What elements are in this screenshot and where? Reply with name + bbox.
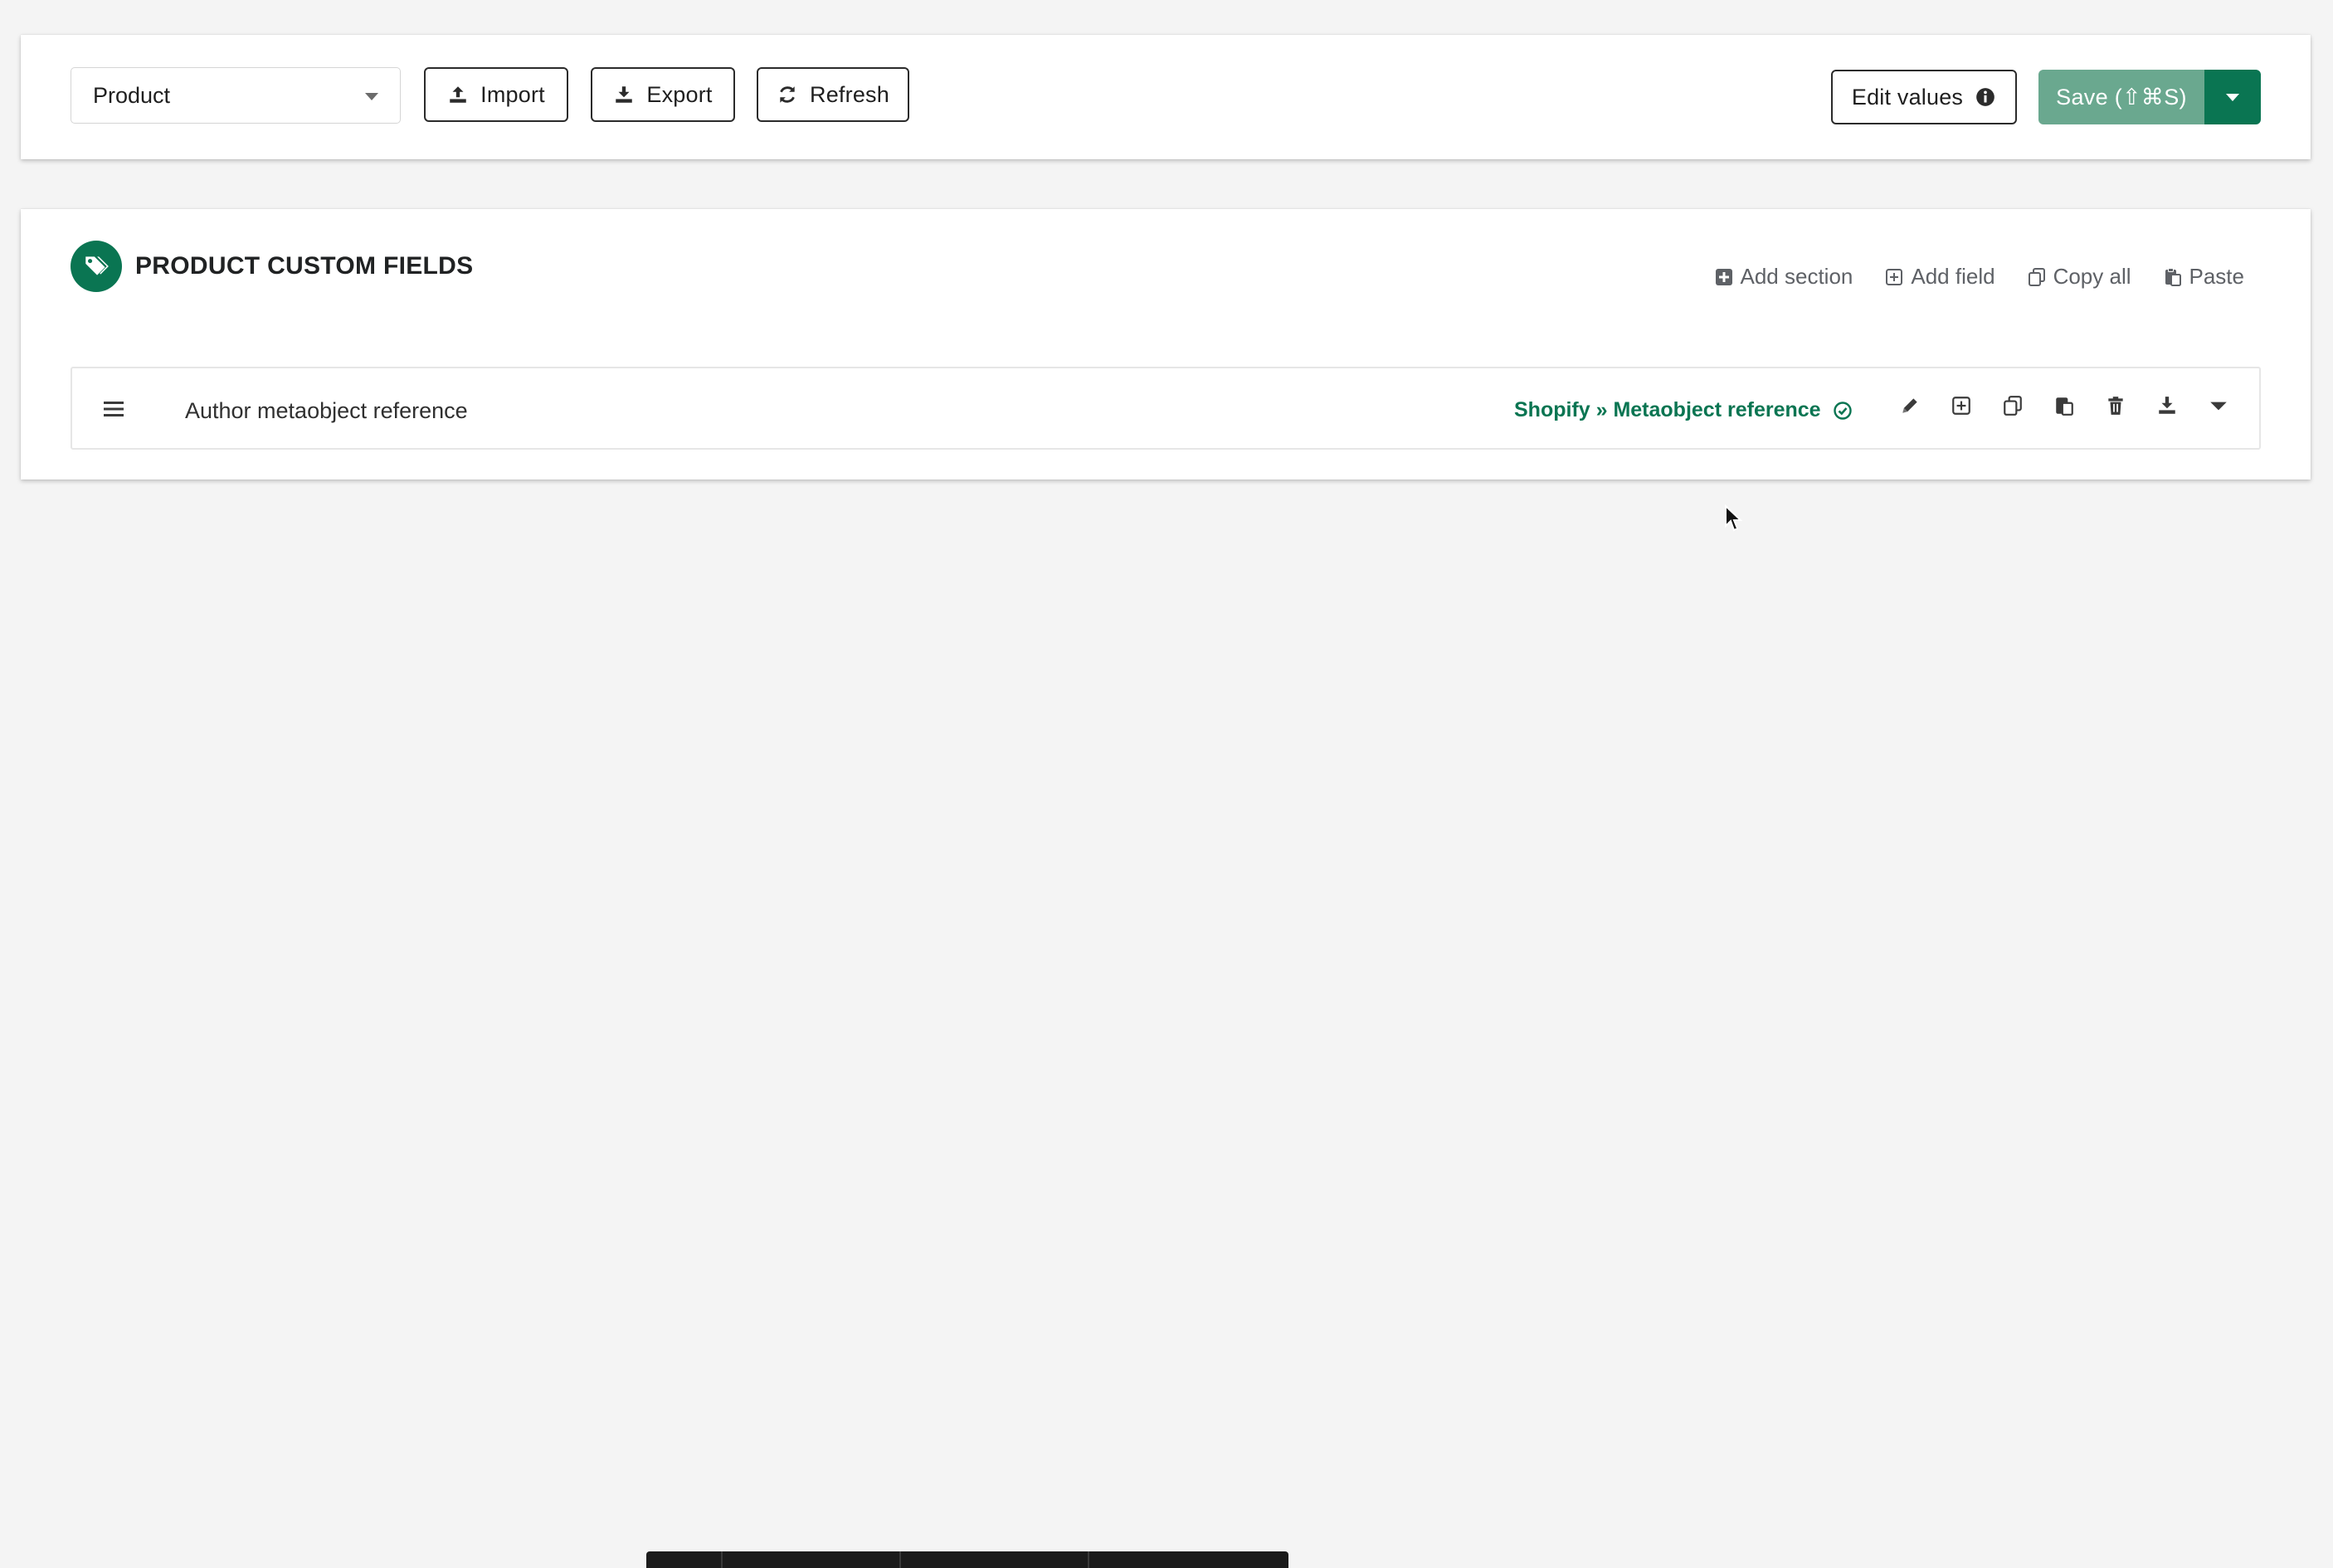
copy-icon[interactable] [2002, 395, 2024, 416]
chevron-down-icon [365, 93, 378, 100]
copy-all-button[interactable]: Copy all [2027, 264, 2131, 290]
edit-values-button[interactable]: Edit values [1831, 70, 2017, 124]
paste-label: Paste [2189, 264, 2245, 289]
field-type: Shopify » Metaobject reference [1514, 398, 1853, 422]
bottom-toolbar-divider [721, 1551, 723, 1568]
drag-handle-icon[interactable] [104, 400, 124, 418]
upload-icon [450, 86, 466, 103]
plus-square-icon [1715, 268, 1732, 285]
section-actions: Add section Add field Copy all Paste [1714, 264, 2245, 290]
save-button[interactable]: Save (⇧⌘S) [2038, 70, 2204, 124]
toolbar-card: Product Import Export Refresh Edit value… [21, 35, 2311, 159]
mouse-cursor-icon [1725, 504, 1742, 532]
field-row[interactable]: Author metaobject reference Shopify » Me… [71, 367, 2261, 450]
bottom-toolbar-divider [899, 1551, 901, 1568]
chevron-down-icon [2226, 93, 2239, 101]
download-icon[interactable] [2156, 395, 2178, 416]
resource-type-select-value: Product [93, 82, 171, 108]
check-circle-icon [1833, 401, 1852, 420]
copy-all-label: Copy all [2053, 264, 2131, 289]
refresh-button[interactable]: Refresh [757, 67, 909, 122]
bottom-toolbar [646, 1551, 1288, 1568]
export-label: Export [646, 81, 713, 107]
add-section-label: Add section [1740, 264, 1853, 289]
paste-icon[interactable] [2053, 395, 2075, 416]
edit-values-label: Edit values [1851, 84, 1964, 110]
tags-icon [71, 241, 122, 292]
pencil-icon[interactable] [1899, 395, 1921, 416]
copy-icon [2028, 267, 2045, 286]
import-label: Import [480, 81, 545, 107]
field-name: Author metaobject reference [185, 398, 468, 423]
plus-square-outline-icon [1886, 268, 1903, 285]
save-label: Save (⇧⌘S) [2056, 84, 2187, 110]
save-options-button[interactable] [2204, 70, 2261, 124]
field-row-actions [1899, 395, 2229, 416]
add-section-button[interactable]: Add section [1714, 264, 1853, 290]
add-field-button[interactable]: Add field [1884, 264, 1995, 290]
export-button[interactable]: Export [591, 67, 735, 122]
resource-type-select[interactable]: Product [71, 67, 401, 124]
custom-fields-card: PRODUCT CUSTOM FIELDS Add section Add fi… [21, 209, 2311, 480]
paste-icon [2165, 267, 2181, 286]
paste-button[interactable]: Paste [2163, 264, 2245, 290]
add-field-label: Add field [1911, 264, 1995, 289]
download-icon [616, 86, 633, 103]
bottom-toolbar-divider [1088, 1551, 1089, 1568]
trash-icon[interactable] [2105, 395, 2126, 416]
save-button-group: Save (⇧⌘S) [2038, 70, 2261, 124]
import-button[interactable]: Import [424, 67, 568, 122]
section-title: PRODUCT CUSTOM FIELDS [135, 252, 474, 280]
refresh-label: Refresh [810, 81, 889, 107]
refresh-icon [780, 86, 795, 103]
add-subfield-icon[interactable] [1951, 395, 1972, 416]
chevron-down-icon[interactable] [2208, 395, 2229, 416]
field-type-label: Shopify » Metaobject reference [1514, 398, 1821, 421]
info-icon [1976, 88, 1994, 106]
